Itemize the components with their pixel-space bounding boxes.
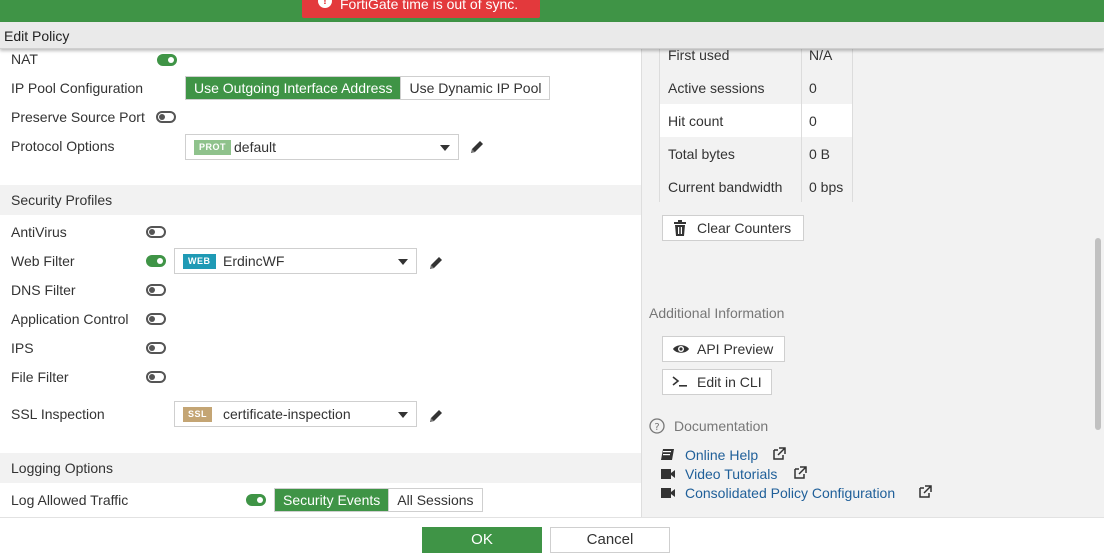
top-status-bar [0,0,1104,22]
question-circle-icon: ? [649,418,665,434]
ssl-badge: SSL [183,407,213,422]
ips-label: IPS [11,340,34,356]
antivirus-toggle[interactable] [146,226,166,238]
ssl-inspection-select[interactable]: SSL certificate-inspection [174,401,417,427]
video-camera-icon [661,488,675,498]
video-tutorials-link[interactable]: Video Tutorials [685,466,777,482]
dnsfilter-label: DNS Filter [11,282,76,298]
appcontrol-toggle[interactable] [146,313,166,325]
documentation-heading: Documentation [674,418,769,434]
protocol-options-value: default [234,139,277,155]
api-preview-button[interactable]: API Preview [662,336,785,362]
svg-text:?: ? [654,422,659,433]
webfilter-profile-value: ErdincWF [223,253,285,269]
ip-pool-outgoing-option[interactable]: Use Outgoing Interface Address [186,77,401,99]
chevron-down-icon [398,412,408,418]
stat-key: Active sessions [668,80,765,96]
table-row: Hit count 0 [660,104,852,137]
table-row: Total bytes 0 B [660,137,852,170]
dialog-title-bar: Edit Policy [0,22,1104,49]
cancel-button[interactable]: Cancel [550,527,670,553]
web-badge: WEB [183,254,216,269]
video-camera-icon [661,469,675,479]
preserve-port-label: Preserve Source Port [11,109,145,125]
dnsfilter-toggle[interactable] [146,284,166,296]
stat-key: First used [668,49,730,63]
webfilter-label: Web Filter [11,253,75,269]
chevron-down-icon [440,145,450,151]
nat-label: NAT [11,51,38,67]
ssl-inspection-label: SSL Inspection [11,406,105,422]
security-profiles-section: Security Profiles [0,185,641,215]
protocol-options-label: Protocol Options [11,138,115,154]
logging-options-heading: Logging Options [11,460,113,476]
ssl-inspection-value: certificate-inspection [223,406,351,422]
webfilter-profile-select[interactable]: WEB ErdincWF [174,248,417,274]
protocol-options-select[interactable]: PROT default [185,134,459,160]
filefilter-label: File Filter [11,369,69,385]
table-row: Active sessions 0 [660,71,852,104]
exclamation-circle-icon: ! [318,0,332,8]
scrollbar-thumb[interactable] [1095,238,1101,430]
statistics-table: First used N/A Active sessions 0 Hit cou… [659,49,853,202]
chevron-down-icon [398,259,408,265]
policy-form-pane: NAT IP Pool Configuration Use Outgoing I… [0,49,642,517]
log-mode-selector: Security Events All Sessions [274,488,483,512]
clear-counters-button[interactable]: Clear Counters [662,215,804,241]
external-link-icon[interactable] [793,466,807,480]
stat-value: N/A [809,49,833,63]
stat-value: 0 [809,113,817,129]
ips-toggle[interactable] [146,342,166,354]
stat-key: Hit count [668,113,724,129]
log-allowed-traffic-label: Log Allowed Traffic [11,492,129,508]
page-title: Edit Policy [4,28,70,44]
edit-in-cli-label: Edit in CLI [697,374,762,390]
table-row: Current bandwidth 0 bps [660,170,852,202]
log-allowed-traffic-toggle[interactable] [246,494,266,506]
online-help-link[interactable]: Online Help [685,447,758,463]
stat-value: 0 B [809,146,831,162]
antivirus-label: AntiVirus [11,224,67,240]
time-sync-alert[interactable]: ! FortiGate time is out of sync. [302,0,540,18]
edit-pencil-icon[interactable] [428,408,444,424]
external-link-icon[interactable] [918,485,932,499]
clear-counters-label: Clear Counters [697,220,792,236]
ip-pool-selector: Use Outgoing Interface Address Use Dynam… [185,76,551,100]
eye-icon [673,345,689,353]
api-preview-label: API Preview [697,341,774,357]
stat-value: 0 [809,80,817,96]
preserve-port-toggle[interactable] [156,111,176,123]
webfilter-toggle[interactable] [146,255,166,267]
security-profiles-heading: Security Profiles [11,192,113,208]
alert-text: FortiGate time is out of sync. [340,0,519,12]
nat-toggle[interactable] [157,54,177,66]
table-row: First used N/A [660,49,852,71]
ip-pool-dynamic-option[interactable]: Use Dynamic IP Pool [400,77,550,99]
filefilter-toggle[interactable] [146,371,166,383]
logging-options-section: Logging Options [0,453,641,483]
book-icon [661,449,674,460]
additional-info-heading: Additional Information [649,305,785,321]
stat-key: Total bytes [668,146,735,162]
prot-badge: PROT [194,140,232,155]
external-link-icon[interactable] [772,447,786,461]
log-security-events-option[interactable]: Security Events [275,489,389,511]
consolidated-policy-link[interactable]: Consolidated Policy Configuration [685,485,895,501]
edit-pencil-icon[interactable] [469,139,485,155]
log-all-sessions-option[interactable]: All Sessions [388,489,482,511]
stat-key: Current bandwidth [668,179,783,195]
edit-pencil-icon[interactable] [428,255,444,271]
column-divider [801,49,802,202]
dialog-footer: OK Cancel [0,517,1104,557]
stat-value: 0 bps [809,179,844,195]
terminal-icon [672,376,687,387]
ip-pool-label: IP Pool Configuration [11,80,144,96]
trash-icon [674,220,686,236]
policy-info-pane: First used N/A Active sessions 0 Hit cou… [642,49,1104,517]
ok-button[interactable]: OK [422,527,542,553]
appcontrol-label: Application Control [11,311,129,327]
edit-in-cli-button[interactable]: Edit in CLI [662,369,772,395]
